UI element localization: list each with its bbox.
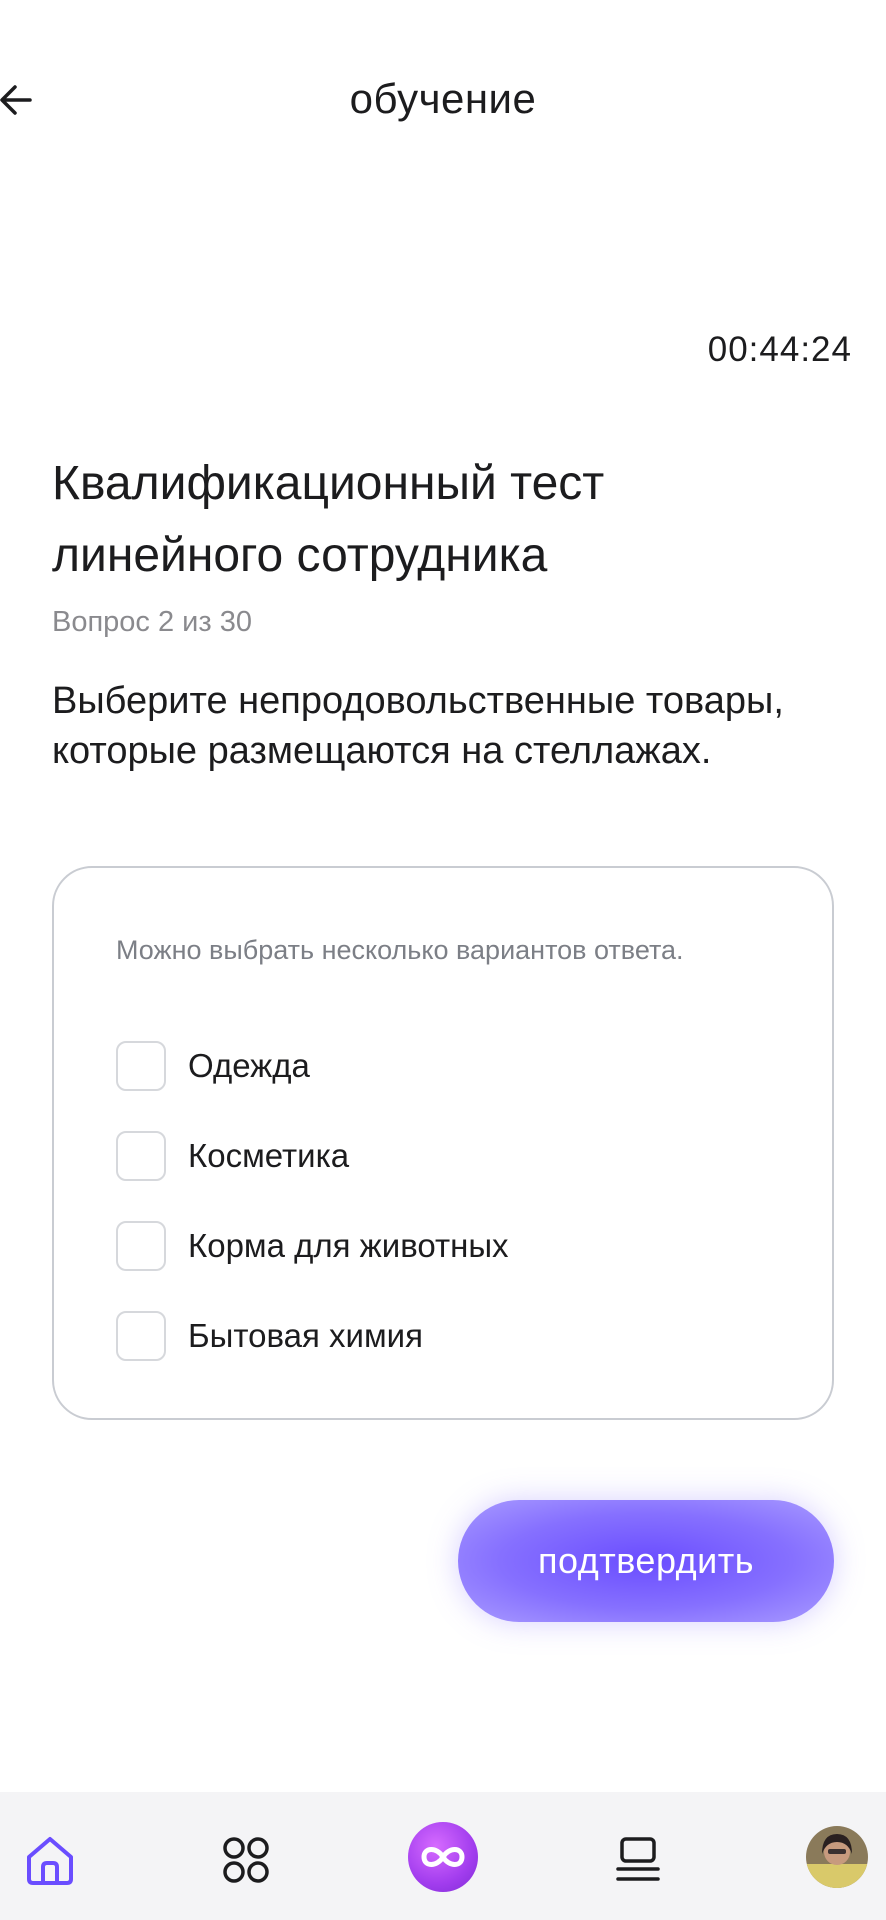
nav-list[interactable] <box>608 1830 668 1890</box>
checkbox[interactable] <box>116 1311 166 1361</box>
option-label: Бытовая химия <box>188 1317 423 1354</box>
timer: 00:44:24 <box>707 330 852 369</box>
page-title: обучение <box>349 75 537 122</box>
nav-home[interactable] <box>20 1830 80 1890</box>
question-text: Выберите непродовольственные товары, кот… <box>52 680 784 772</box>
submit-button[interactable]: подтвердить <box>458 1500 834 1622</box>
learning-screen: обучение 00:44:24 Квалификационный тест … <box>0 0 886 1920</box>
option-cosmetics[interactable]: Косметика <box>116 1130 349 1182</box>
bottom-nav <box>0 1792 886 1920</box>
option-clothes[interactable]: Одежда <box>116 1040 310 1092</box>
test-title: Квалификационный тест линейного сотрудни… <box>52 457 605 582</box>
list-icon <box>616 1837 660 1881</box>
infinity-icon <box>421 1847 465 1867</box>
profile-photo <box>806 1826 868 1888</box>
option-label: Корма для животных <box>188 1227 509 1264</box>
multi-select-hint: Можно выбрать несколько вариантов ответа… <box>116 935 684 965</box>
nav-catalog[interactable] <box>216 1830 276 1890</box>
option-pet-food[interactable]: Корма для животных <box>116 1220 509 1272</box>
nav-center-button[interactable] <box>408 1822 478 1892</box>
checkbox[interactable] <box>116 1041 166 1091</box>
header: обучение <box>0 40 886 160</box>
option-label: Одежда <box>188 1047 310 1084</box>
option-household-chemicals[interactable]: Бытовая химия <box>116 1310 423 1362</box>
checkbox[interactable] <box>116 1221 166 1271</box>
home-icon <box>27 1837 73 1885</box>
avatar[interactable] <box>806 1826 868 1888</box>
options-card: Можно выбрать несколько вариантов ответа… <box>52 866 834 1420</box>
grid-icon <box>223 1837 269 1883</box>
checkbox[interactable] <box>116 1131 166 1181</box>
question-counter: Вопрос 2 из 30 <box>52 606 252 638</box>
option-label: Косметика <box>188 1137 350 1174</box>
